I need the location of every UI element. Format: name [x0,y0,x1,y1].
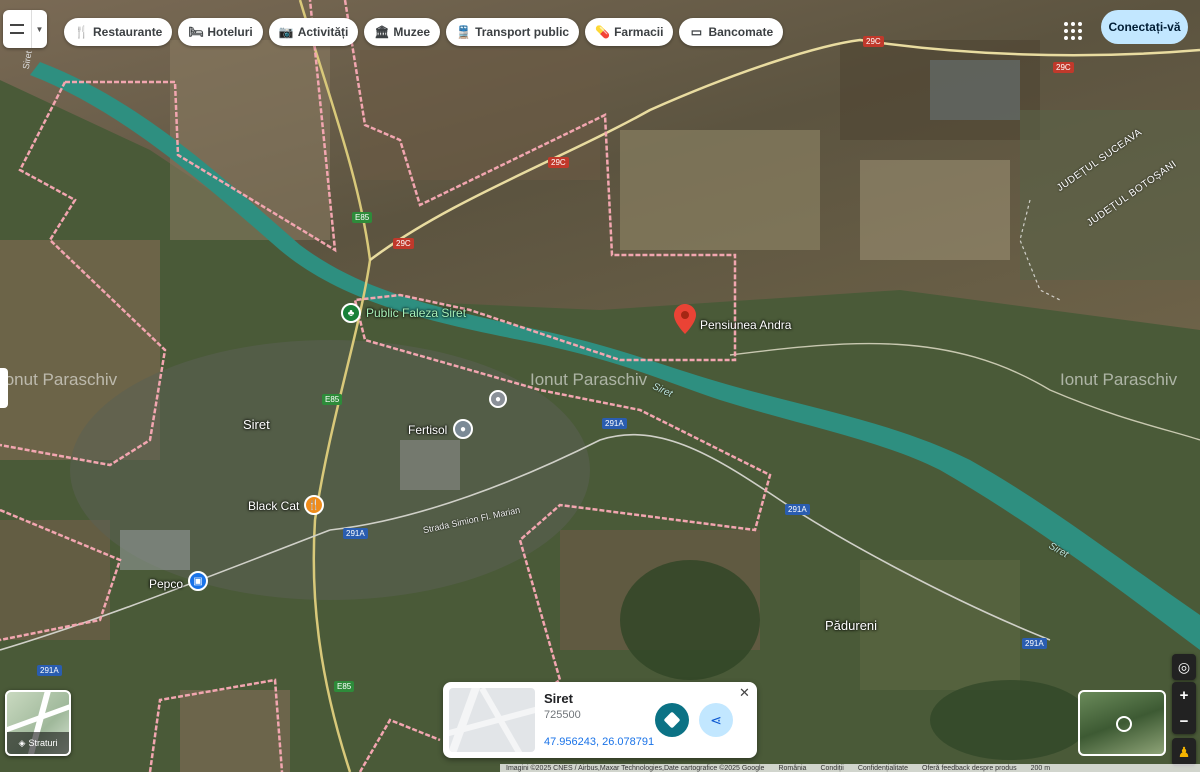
watermark-author-west: Ionut Paraschiv [0,370,118,389]
road-shield-29c: 29C [393,238,414,249]
place-marker-icon[interactable]: ● [453,419,473,439]
road-shield-291a: 291A [602,418,627,429]
camera-icon: 📷 [278,25,294,39]
feedback-link[interactable]: Oferă feedback despre produs [922,765,1017,772]
place-postal-code: 725500 [544,709,581,721]
place-coordinates[interactable]: 47.956243, 26.078791 [544,736,654,748]
directions-button[interactable] [655,703,689,737]
road-shield-e85: E85 [322,394,343,405]
chip-activitati[interactable]: 📷 Activități [268,18,359,46]
road-shield-291a: 291A [37,665,62,676]
pharmacy-icon: 💊 [595,25,611,39]
pegman-button[interactable]: ♟ [1172,738,1196,766]
restaurant-icon: 🍴 [74,25,89,39]
map-menu-button[interactable]: ▼ [3,10,47,48]
crosshair-icon: ◎ [1177,658,1191,675]
menu-icon[interactable] [3,10,31,48]
terms-link[interactable]: Condiții [820,765,843,772]
road-shield-29c: 29C [863,36,884,47]
privacy-link[interactable]: Confidențialitate [858,765,908,772]
park-icon[interactable]: ♣ [341,303,361,323]
chip-farmacii[interactable]: 💊 Farmacii [585,18,674,46]
share-button[interactable]: ⋖ [699,703,733,737]
chip-label: Farmacii [614,25,664,39]
chip-transport-public[interactable]: 🚆 Transport public [446,18,580,46]
road-shield-29c: 29C [1053,62,1074,73]
chip-label: Hoteluri [207,25,253,39]
transit-icon: 🚆 [456,25,472,39]
chip-hoteluri[interactable]: 🛏 Hoteluri [178,18,263,46]
restaurant-icon[interactable]: 🍴 [304,495,324,515]
scale-bar[interactable]: 200 m [1031,765,1050,772]
chip-label: Restaurante [93,25,163,39]
place-marker-icon[interactable]: ● [489,390,507,408]
chip-label: Muzee [393,25,431,39]
satellite-map[interactable]: Siret Pădureni JUDEȚUL SUCEAVA JUDEȚUL B… [0,0,1200,772]
layers-icon: ◈ [18,737,26,748]
road-shield-291a: 291A [1022,638,1047,649]
poi-label-black-cat[interactable]: Black Cat [248,499,299,513]
road-shield-29c: 29C [548,157,569,168]
place-label-padureni[interactable]: Pădureni [825,618,877,633]
poi-label-faleza[interactable]: Public Faleza Siret [366,306,466,320]
poi-label-fertisol[interactable]: Fertisol [408,423,447,437]
layers-button[interactable]: ◈ Straturi [5,690,71,756]
chevron-down-icon[interactable]: ▼ [31,10,47,48]
location-pin-icon[interactable] [674,304,696,334]
apps-grid-icon[interactable] [1060,18,1084,42]
poi-label-pepco[interactable]: Pepco [149,577,183,591]
collapse-panel-tab[interactable] [0,368,8,408]
poi-label-pensiunea[interactable]: Pensiunea Andra [700,318,791,332]
place-title[interactable]: Siret [544,691,573,706]
share-icon: ⋖ [710,711,722,728]
zoom-in-button[interactable]: + [1172,682,1196,708]
my-location-button[interactable]: ◎ [1172,654,1196,680]
attribution-bar: Imagini ©2025 CNES / Airbus,Maxar Techno… [500,764,1200,772]
close-icon[interactable]: ✕ [739,685,750,701]
imagery-attribution: Imagini ©2025 CNES / Airbus,Maxar Techno… [506,764,765,772]
street-view-thumbnail[interactable] [1078,690,1166,756]
chip-label: Transport public [475,25,570,39]
road-shield-291a: 291A [343,528,368,539]
road-shield-e85: E85 [334,681,355,692]
chip-restaurante[interactable]: 🍴 Restaurante [64,18,173,46]
chip-label: Bancomate [708,25,774,39]
category-chips: 🍴 Restaurante 🛏 Hoteluri 📷 Activități 🏛 Muze… [64,18,784,46]
directions-icon [663,711,681,729]
museum-icon: 🏛 [374,25,390,39]
place-info-card[interactable]: Siret 725500 47.956243, 26.078791 ⋖ ✕ [443,682,757,758]
hotel-icon: 🛏 [188,25,204,39]
road-shield-291a: 291A [785,504,810,515]
chip-label: Activități [297,25,349,39]
chip-bancomate[interactable]: ▭ Bancomate [679,18,784,46]
rotate-icon [1116,716,1132,732]
watermark-author-east: Ionut Paraschiv [1060,370,1178,389]
layers-label: Straturi [28,738,58,748]
place-thumbnail[interactable] [449,688,535,752]
chip-muzee[interactable]: 🏛 Muzee [364,18,441,46]
place-label-siret[interactable]: Siret [243,417,270,432]
watermark-author-center: Ionut Paraschiv [530,370,648,389]
atm-icon: ▭ [690,25,703,39]
sign-in-button[interactable]: Conectați-vă [1101,10,1188,44]
country-link[interactable]: România [778,765,806,772]
shopping-bag-icon[interactable]: ▣ [188,571,208,591]
pegman-icon: ♟ [1177,743,1191,760]
road-shield-e85: E85 [352,212,373,223]
zoom-out-button[interactable]: − [1172,708,1196,734]
zoom-controls: + − [1172,682,1196,734]
